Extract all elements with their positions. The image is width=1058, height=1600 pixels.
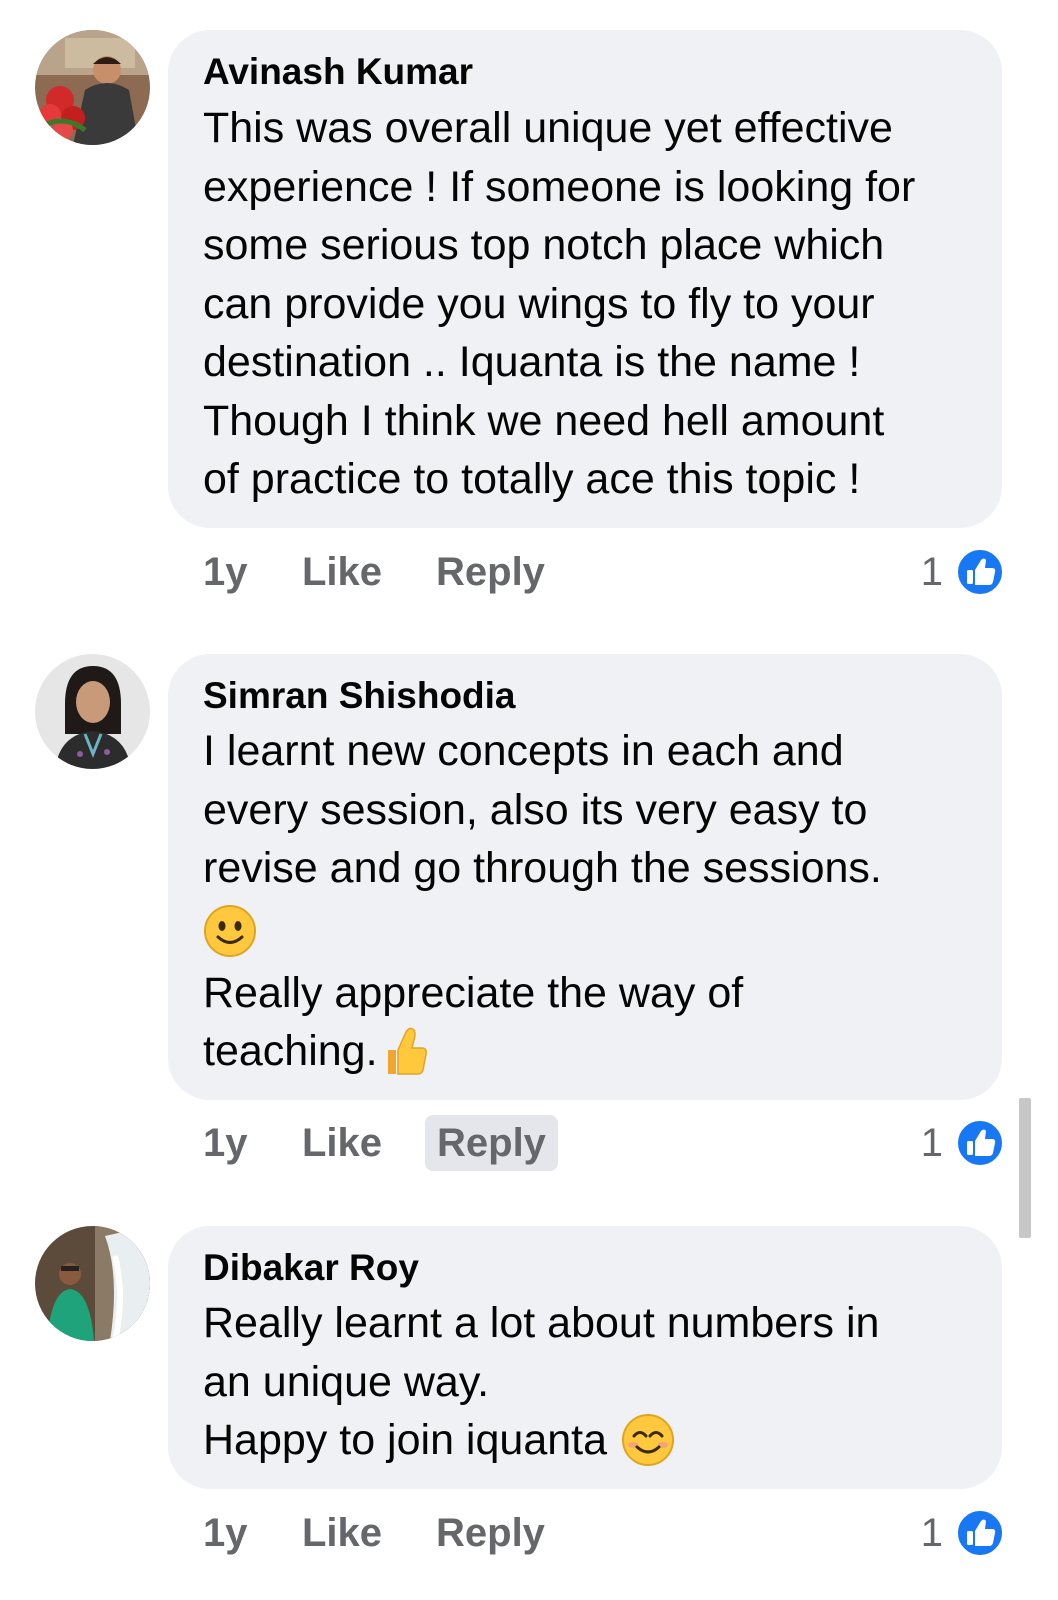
comment-bubble: Simran Shishodia I learnt new concepts i… [168,654,1002,1100]
comment-line: some serious top notch place which [203,221,885,269]
comment-line: I learnt new concepts in each and [203,727,844,775]
comment-timestamp[interactable]: 1y [203,1113,248,1173]
reaction-count[interactable]: 1 [921,542,943,602]
comment-line-text: teaching. [203,1027,378,1075]
reaction-count[interactable]: 1 [921,1113,943,1173]
comment-line: Happy to join iquanta [203,1411,972,1470]
comment-actions: 1y Like Reply 1 [0,542,1058,602]
comment-author[interactable]: Avinash Kumar [203,50,972,94]
comment-actions: 1y Like Reply 1 [0,1113,1058,1173]
reply-button[interactable]: Reply [436,542,545,602]
avatar[interactable] [35,654,150,769]
comment-line: can provide you wings to fly to your [203,279,875,328]
reply-button[interactable]: Reply [425,1115,558,1171]
avatar[interactable] [35,1226,150,1341]
comment-line: an unique way. [203,1357,490,1406]
comment-line: destination .. Iquanta is the name ! [203,338,861,386]
comment-line: every session, also its very easy to [203,785,868,834]
reaction-count[interactable]: 1 [921,1503,943,1563]
comment-line: Though I think we need hell amount [203,396,885,445]
thumbs-up-emoji [387,1027,427,1075]
comment-timestamp[interactable]: 1y [203,1503,248,1563]
comment-line-text: Happy to join iquanta [203,1416,608,1464]
comment-text: Really learnt a lot about numbers in an … [203,1294,972,1470]
smiling-face-with-smiling-eyes-emoji [622,1414,675,1467]
like-button[interactable]: Like [302,542,382,602]
comment-author[interactable]: Simran Shishodia [203,674,972,718]
avatar[interactable] [35,30,150,145]
emoji-line [203,898,972,964]
comment-timestamp[interactable]: 1y [203,542,248,602]
comment-line: revise and go through the sessions. [203,844,882,892]
like-button[interactable]: Like [302,1113,382,1173]
like-icon[interactable] [956,548,1004,596]
reply-button[interactable]: Reply [436,1503,545,1563]
comment-bubble: Dibakar Roy Really learnt a lot about nu… [168,1226,1002,1489]
like-button[interactable]: Like [302,1503,382,1563]
comment-actions: 1y Like Reply 1 [0,1503,1058,1563]
comment-line: Really appreciate the way of [203,968,744,1017]
comment-bubble: Avinash Kumar This was overall unique ye… [168,30,1002,528]
comment-line: experience ! If someone is looking for [203,162,916,211]
comment-line: teaching. [203,1022,972,1081]
comment-line: This was overall unique yet effective [203,104,893,152]
comment-text: I learnt new concepts in each and every … [203,722,972,1081]
comment-line: of practice to totally ace this topic ! [203,455,861,503]
like-icon[interactable] [956,1509,1004,1557]
slightly-smiling-face-emoji [204,904,256,957]
comment-author[interactable]: Dibakar Roy [203,1246,972,1290]
scrollbar[interactable] [1019,1098,1031,1238]
comment-line: Really learnt a lot about numbers in [203,1299,880,1347]
like-icon[interactable] [956,1119,1004,1167]
comment-text: This was overall unique yet effective ex… [203,99,972,509]
